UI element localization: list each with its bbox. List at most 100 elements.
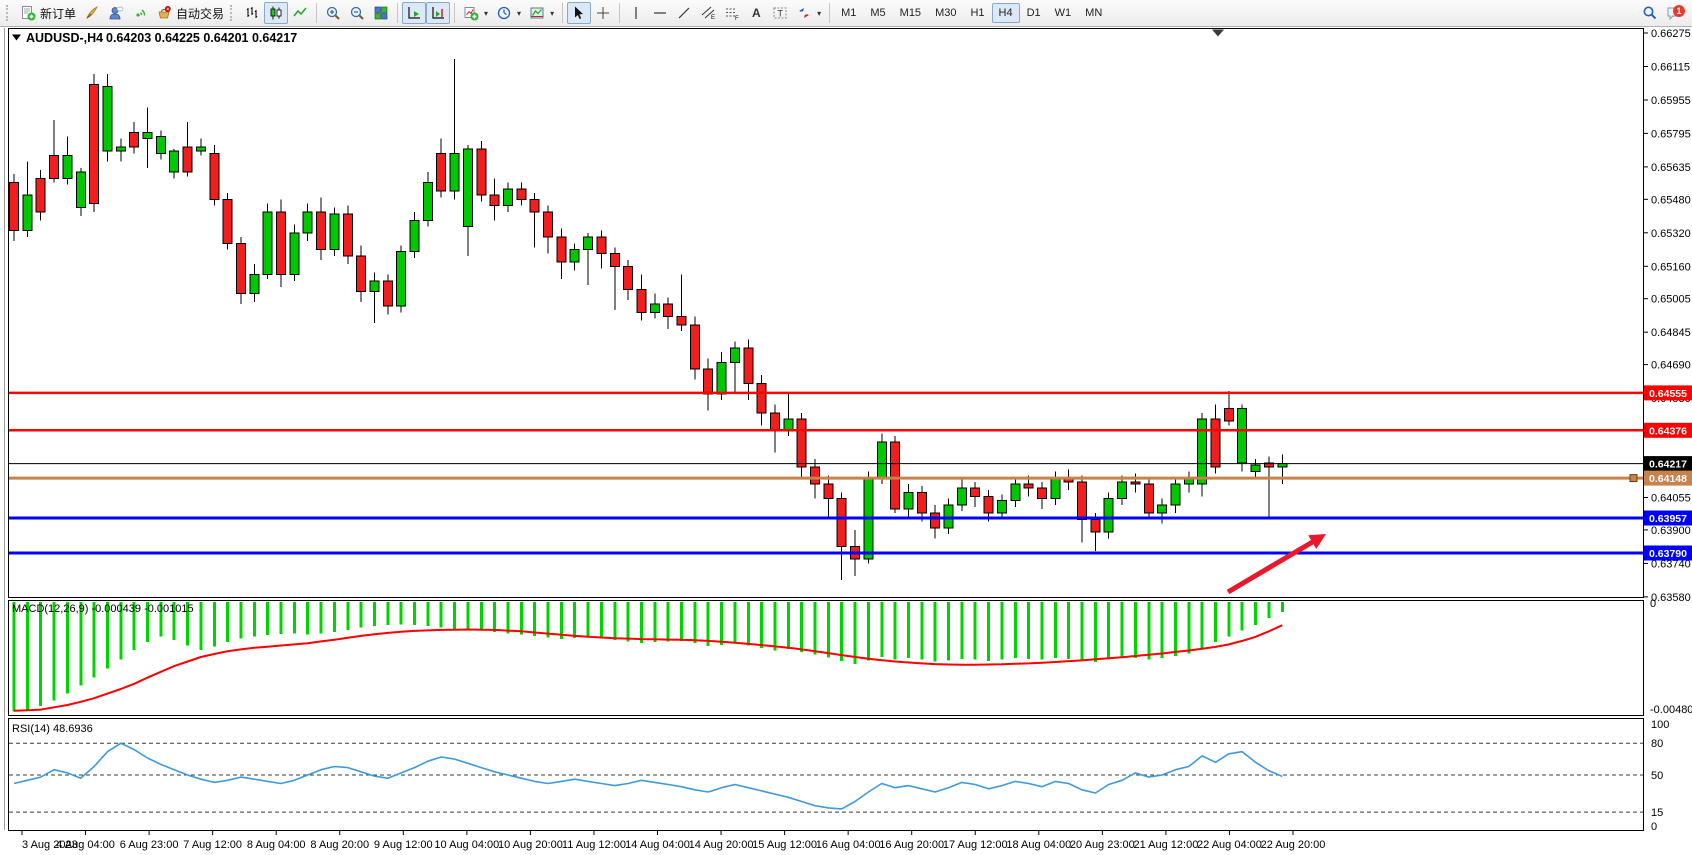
candlestick[interactable]: [343, 206, 352, 265]
horizontal-line-button[interactable]: [648, 2, 672, 24]
rsi-scale-label: 15: [1651, 807, 1663, 819]
candle-body-bear: [971, 488, 980, 496]
text-button[interactable]: A: [744, 2, 768, 24]
candlestick-chart-icon: [268, 5, 284, 21]
dropdown-caret: ▾: [817, 9, 821, 18]
add-indicator-button[interactable]: ▾: [459, 2, 492, 24]
toolbar-grip[interactable]: [6, 5, 12, 21]
bar-chart-button[interactable]: [240, 2, 264, 24]
candle-body-bull: [877, 442, 886, 478]
price-badge: 0.63790: [1644, 546, 1692, 561]
vertical-line-button[interactable]: [624, 2, 648, 24]
community-button[interactable]: [104, 2, 128, 24]
tile-windows-button[interactable]: [369, 2, 393, 24]
candle-body-bull: [1118, 482, 1127, 499]
price-badge: 0.64555: [1644, 385, 1692, 400]
timeframe-button-d1[interactable]: D1: [1020, 3, 1048, 23]
candlestick[interactable]: [1238, 404, 1247, 471]
new-order-label: 新订单: [40, 5, 76, 22]
timeframe-group: M1M5M15M30H1H4D1W1MN: [834, 3, 1109, 23]
candle-body-bull: [650, 304, 659, 312]
line-drag-handle[interactable]: [1630, 475, 1637, 482]
candle-body-bear: [490, 195, 499, 205]
toolbar-grip[interactable]: [230, 5, 236, 21]
zoom-out-icon: [349, 5, 365, 21]
svg-text:E: E: [711, 15, 715, 21]
auto-scroll-button[interactable]: [402, 2, 426, 24]
candle-body-bull: [784, 419, 793, 430]
cursor-icon: [571, 5, 587, 21]
autotrading-button[interactable]: 自动交易: [152, 2, 228, 24]
candlestick[interactable]: [397, 245, 406, 312]
candlestick[interactable]: [210, 145, 219, 206]
timeframe-button-m30[interactable]: M30: [928, 3, 963, 23]
candlestick[interactable]: [1104, 492, 1113, 538]
candle-body-bear: [811, 467, 820, 484]
price-tick-label: 0.65320: [1651, 228, 1691, 240]
templates-button[interactable]: ▾: [525, 2, 558, 24]
timeframe-button-m5[interactable]: M5: [863, 3, 892, 23]
candle-body-bull: [76, 172, 85, 208]
timeframe-button-w1[interactable]: W1: [1048, 3, 1079, 23]
fibonacci-button[interactable]: F: [720, 2, 744, 24]
candle-body-bear: [517, 189, 526, 199]
candlestick[interactable]: [103, 74, 112, 162]
candle-body-bear: [530, 199, 539, 212]
arrows-tool-button[interactable]: ▾: [792, 2, 825, 24]
chart-shift-button[interactable]: [426, 2, 450, 24]
community-icon: [108, 5, 124, 21]
candle-body-bull: [1171, 484, 1180, 505]
price-badge: 0.64376: [1644, 423, 1692, 438]
crosshair-button[interactable]: [591, 2, 615, 24]
trendline-icon: [676, 5, 692, 21]
candlestick[interactable]: [223, 193, 232, 250]
chart-canvas[interactable]: 0.662750.661150.659550.657950.656350.654…: [0, 0, 1692, 855]
candle-body-bull: [196, 147, 205, 151]
candlestick[interactable]: [263, 204, 272, 279]
time-axis-label: 22 Aug 04:00: [1197, 839, 1262, 851]
publish-button[interactable]: [80, 2, 104, 24]
channel-button[interactable]: E: [696, 2, 720, 24]
time-axis-label: 20 Aug 23:00: [1070, 839, 1135, 851]
candlestick[interactable]: [1144, 478, 1153, 520]
rsi-scale-label: 80: [1651, 738, 1663, 750]
candlestick[interactable]: [891, 436, 900, 513]
trendline-button[interactable]: [672, 2, 696, 24]
periods-button[interactable]: ▾: [492, 2, 525, 24]
timeframe-button-m15[interactable]: M15: [893, 3, 928, 23]
candlestick[interactable]: [277, 199, 286, 287]
timeframe-button-h1[interactable]: H1: [963, 3, 991, 23]
candlestick[interactable]: [477, 141, 486, 202]
candle-body-bull: [397, 252, 406, 306]
line-chart-button[interactable]: [288, 2, 312, 24]
text-label-button[interactable]: T: [768, 2, 792, 24]
candlestick[interactable]: [330, 208, 339, 256]
candlestick[interactable]: [236, 237, 245, 304]
zoom-in-button[interactable]: [321, 2, 345, 24]
candlestick[interactable]: [1198, 413, 1207, 497]
candlestick[interactable]: [10, 174, 19, 241]
timeframe-button-m1[interactable]: M1: [834, 3, 863, 23]
candlestick[interactable]: [290, 225, 299, 281]
templates-icon: [529, 5, 545, 21]
cursor-button[interactable]: [567, 2, 591, 24]
chat-button[interactable]: 1: [1662, 2, 1688, 24]
vertical-line-icon: [628, 5, 644, 21]
signals-button[interactable]: [128, 2, 152, 24]
main-chart-panel[interactable]: [9, 29, 1644, 598]
candle-body-bear: [917, 492, 926, 513]
new-order-button[interactable]: 新订单: [16, 2, 80, 24]
candlestick-chart-button[interactable]: [264, 2, 288, 24]
zoom-out-button[interactable]: [345, 2, 369, 24]
candle-body-bull: [103, 86, 112, 151]
timeframe-button-mn[interactable]: MN: [1078, 3, 1109, 23]
timeframe-button-h4[interactable]: H4: [992, 3, 1020, 23]
tile-windows-icon: [373, 5, 389, 21]
search-button[interactable]: [1638, 2, 1662, 24]
candlestick[interactable]: [90, 74, 99, 212]
signals-icon: [132, 5, 148, 21]
candle-body-bull: [1158, 505, 1167, 513]
macd-scale-max: 0: [1650, 598, 1656, 610]
channel-icon: E: [700, 5, 716, 21]
candle-body-bear: [130, 132, 139, 147]
